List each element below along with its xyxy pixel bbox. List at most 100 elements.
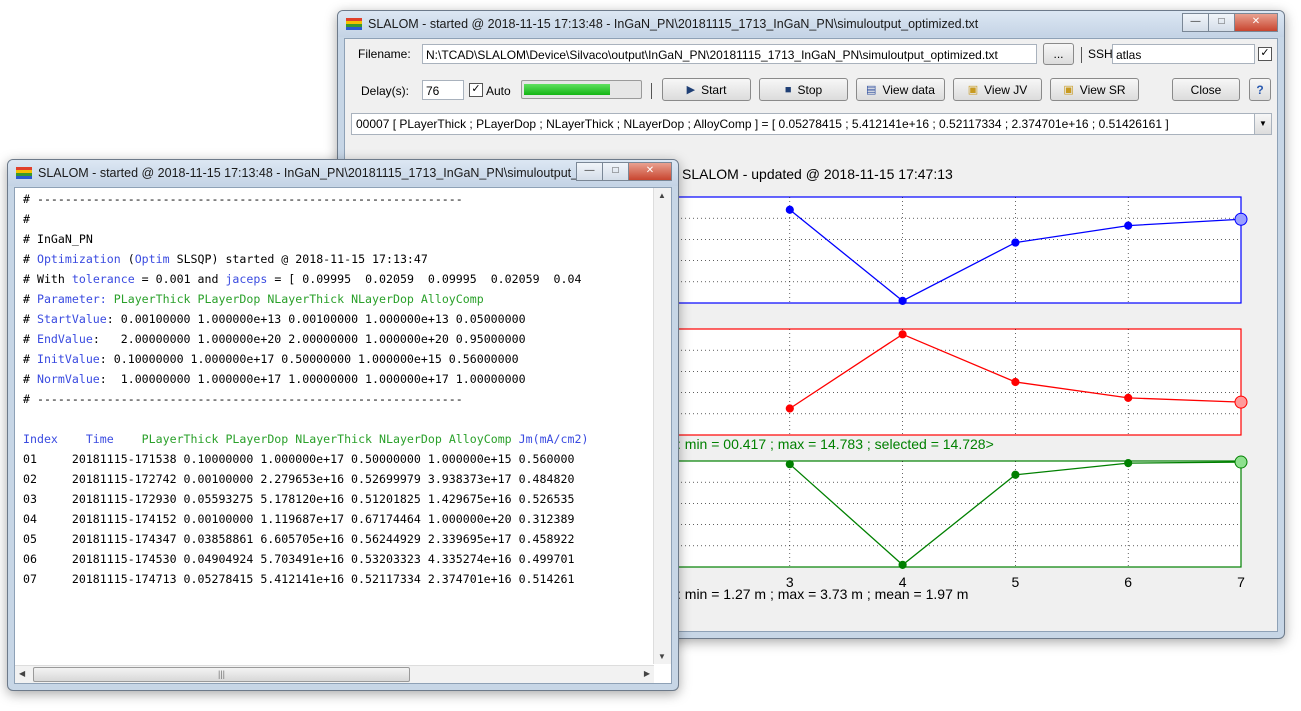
- scroll-thumb[interactable]: |||: [33, 667, 410, 682]
- scroll-up-icon[interactable]: ▲: [658, 191, 666, 200]
- plot-panel-red: [676, 328, 1242, 436]
- start-button-label: Start: [701, 82, 727, 97]
- column-header: Index: [23, 432, 58, 446]
- data-point[interactable]: [1124, 393, 1133, 402]
- chart-icon: ▣: [1063, 84, 1074, 96]
- column-header: NLayerDop: [379, 432, 442, 446]
- log-param-names: PLayerThick PLayerDop NLayerThick NLayer…: [106, 292, 484, 306]
- x-tick-label: 6: [1124, 574, 1132, 590]
- view-sr-button[interactable]: ▣ View SR: [1050, 78, 1139, 101]
- table-row: 06 20181115-174530 0.04904924 5.703491e+…: [23, 552, 575, 566]
- log-keyword: Parameter:: [36, 292, 107, 306]
- log-line: # --------------------------------------…: [23, 192, 463, 206]
- data-point[interactable]: [1011, 377, 1020, 387]
- log-text: : 0.00100000 1.000000e+13 0.00100000 1.0…: [106, 312, 526, 326]
- data-point[interactable]: [1124, 459, 1133, 468]
- log-window: SLALOM - started @ 2018-11-15 17:13:48 -…: [7, 159, 679, 691]
- column-header: AlloyComp: [448, 432, 512, 446]
- document-icon: ▤: [866, 84, 877, 96]
- view-data-label: View data: [882, 82, 935, 97]
- log-text: : 0.10000000 1.000000e+17 0.50000000 1.0…: [99, 352, 519, 366]
- data-point[interactable]: [1234, 455, 1248, 469]
- view-jv-button[interactable]: ▣ View JV: [953, 78, 1042, 101]
- scroll-right-icon[interactable]: ▶: [644, 669, 650, 678]
- minimize-icon[interactable]: —: [1182, 13, 1209, 32]
- ssh-field[interactable]: atlas: [1112, 44, 1255, 64]
- log-line: # InGaN_PN: [23, 232, 93, 246]
- delay-input[interactable]: 76: [422, 80, 464, 100]
- log-line: # --------------------------------------…: [23, 392, 463, 406]
- table-row: 04 20181115-174152 0.00100000 1.119687e+…: [23, 512, 575, 526]
- data-point[interactable]: [898, 296, 907, 305]
- data-point[interactable]: [898, 330, 907, 339]
- data-point[interactable]: [1234, 212, 1248, 226]
- chart-icon: ▣: [967, 84, 979, 96]
- close-icon[interactable]: ✕: [628, 162, 672, 181]
- view-data-button[interactable]: ▤ View data: [856, 78, 945, 101]
- log-keyword: tolerance: [71, 272, 135, 286]
- main-titlebar[interactable]: SLALOM - started @ 2018-11-15 17:13:48 -…: [338, 11, 1284, 37]
- data-point[interactable]: [1011, 470, 1020, 479]
- data-point[interactable]: [898, 560, 907, 569]
- separator: [1081, 47, 1082, 63]
- log-text: : 1.00000000 1.000000e+17 1.00000000 1.0…: [99, 372, 526, 386]
- log-line: # Optimization (Optim SLSQP) started @ 2…: [23, 252, 428, 266]
- data-point[interactable]: [1011, 238, 1020, 247]
- browse-button[interactable]: ...: [1043, 43, 1074, 65]
- start-button[interactable]: ▶ Start: [662, 78, 751, 101]
- iteration-select[interactable]: 00007 [ PLayerThick ; PLayerDop ; NLayer…: [351, 113, 1272, 135]
- column-header: PLayerThick: [141, 432, 219, 446]
- log-line: # StartValue: 0.00100000 1.000000e+13 0.…: [23, 312, 526, 326]
- play-icon: ▶: [686, 84, 696, 96]
- log-text: (: [120, 252, 135, 266]
- log-text-area[interactable]: # --------------------------------------…: [17, 190, 663, 682]
- filename-label: Filename:: [358, 47, 411, 61]
- ssh-checkbox[interactable]: ✓: [1258, 47, 1272, 61]
- scroll-down-icon[interactable]: ▼: [658, 652, 666, 661]
- separator: [651, 83, 652, 99]
- log-titlebar[interactable]: SLALOM - started @ 2018-11-15 17:13:48 -…: [8, 160, 678, 186]
- data-point[interactable]: [1234, 395, 1248, 409]
- auto-checkbox[interactable]: ✓: [469, 83, 483, 97]
- log-window-title: SLALOM - started @ 2018-11-15 17:13:48 -…: [38, 166, 593, 180]
- log-line: #: [23, 212, 30, 226]
- vertical-scrollbar[interactable]: ▲ ▼: [653, 188, 671, 664]
- log-keyword: NormValue: [36, 372, 100, 386]
- stop-icon: ■: [784, 83, 792, 96]
- help-button[interactable]: ?: [1249, 78, 1271, 101]
- stop-button[interactable]: ■ Stop: [759, 78, 848, 101]
- data-point[interactable]: [785, 404, 794, 413]
- table-row: 03 20181115-172930 0.05593275 5.178120e+…: [23, 492, 575, 506]
- data-point[interactable]: [1124, 221, 1133, 230]
- log-line: # NormValue: 1.00000000 1.000000e+17 1.0…: [23, 372, 526, 386]
- log-keyword: EndValue: [36, 332, 93, 346]
- chevron-down-icon[interactable]: ▼: [1254, 114, 1271, 134]
- log-keyword: jaceps: [225, 272, 268, 286]
- log-keyword: StartValue: [36, 312, 107, 326]
- table-row: 05 20181115-174347 0.03858861 6.605705e+…: [23, 532, 575, 546]
- close-icon[interactable]: ✕: [1234, 13, 1278, 32]
- log-text: SLSQP) started @ 2018-11-15 17:13:47: [169, 252, 428, 266]
- log-keyword: Optimization: [36, 252, 121, 266]
- main-window-title: SLALOM - started @ 2018-11-15 17:13:48 -…: [368, 17, 979, 31]
- data-point[interactable]: [785, 460, 794, 469]
- maximize-icon[interactable]: □: [1208, 13, 1235, 32]
- scroll-left-icon[interactable]: ◀: [19, 669, 25, 678]
- column-header: Time: [85, 432, 114, 446]
- minimize-icon[interactable]: —: [576, 162, 603, 181]
- horizontal-scrollbar[interactable]: ◀ ||| ▶: [15, 665, 654, 683]
- auto-label: Auto: [486, 84, 511, 98]
- iteration-select-value: 00007 [ PLayerThick ; PLayerDop ; NLayer…: [356, 117, 1169, 131]
- close-button[interactable]: Close: [1172, 78, 1240, 101]
- table-header: Index Time PLayerThick PLayerDop NLayerT…: [23, 432, 588, 446]
- data-point[interactable]: [785, 205, 794, 214]
- log-line: # InitValue: 0.10000000 1.000000e+17 0.5…: [23, 352, 519, 366]
- filename-field[interactable]: N:\TCAD\SLALOM\Device\Silvaco\output\InG…: [422, 44, 1037, 64]
- log-keyword: Optim: [134, 252, 170, 266]
- table-row: 07 20181115-174713 0.05278415 5.412141e+…: [23, 572, 575, 586]
- table-row: 02 20181115-172742 0.00100000 2.279653e+…: [23, 472, 575, 486]
- log-text: #: [23, 252, 37, 266]
- maximize-icon[interactable]: □: [602, 162, 629, 181]
- view-sr-label: View SR: [1079, 82, 1126, 97]
- x-tick-label: 5: [1012, 574, 1020, 590]
